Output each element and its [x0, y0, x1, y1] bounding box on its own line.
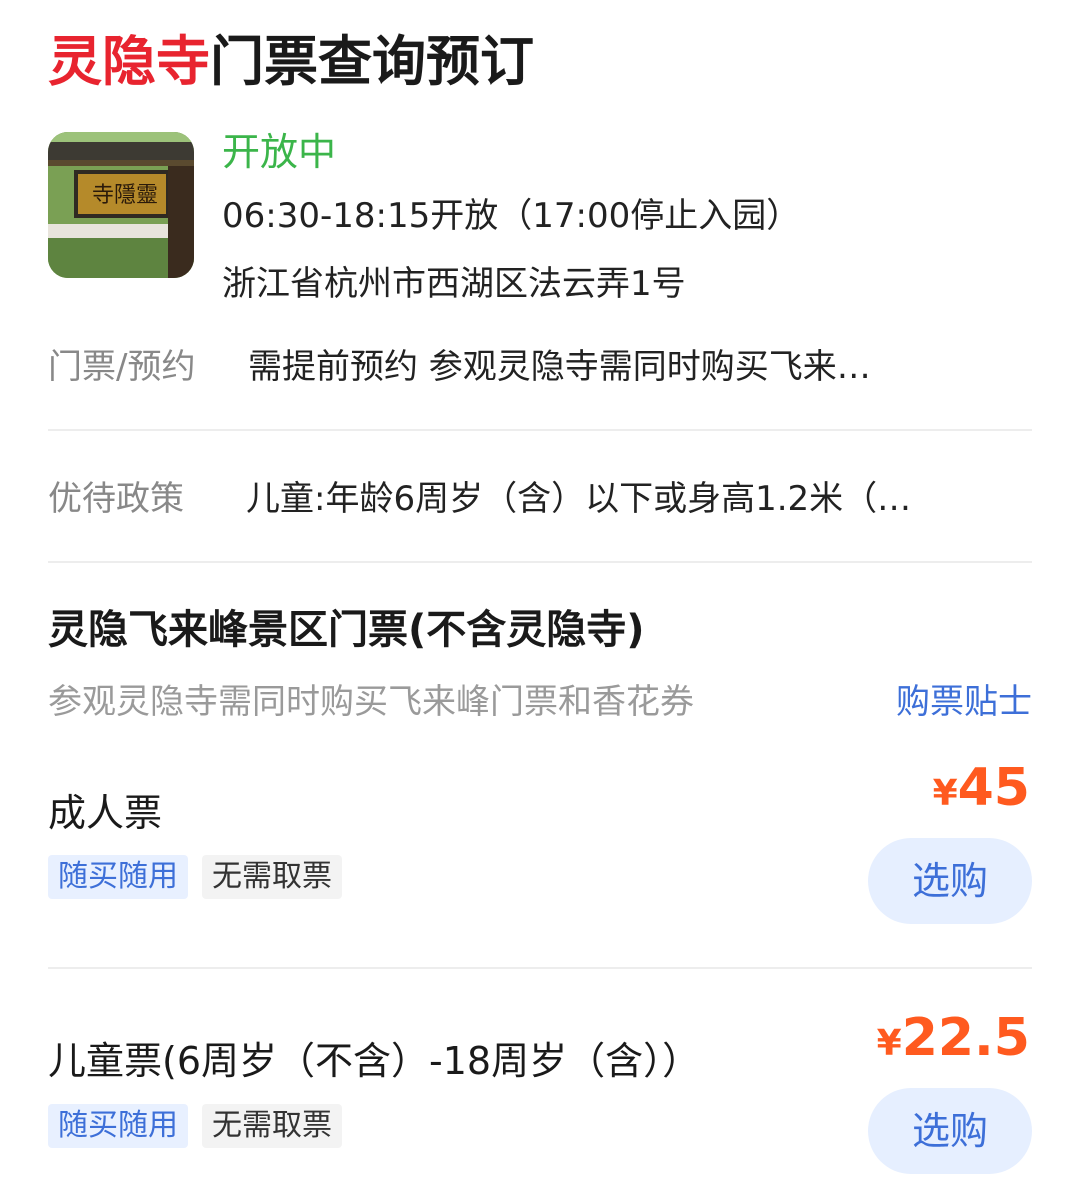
- attraction-thumbnail[interactable]: 寺 隱 靈: [48, 132, 194, 278]
- tag-no-pickup: 无需取票: [202, 1104, 342, 1148]
- svg-text:隱: 隱: [114, 183, 136, 208]
- select-buy-button-adult[interactable]: 选购: [868, 838, 1032, 924]
- tag-instant-use: 随买随用: [48, 1104, 188, 1148]
- divider: [48, 429, 1032, 431]
- tag-no-pickup: 无需取票: [202, 855, 342, 899]
- svg-text:靈: 靈: [136, 183, 158, 208]
- price-value: 22.5: [901, 1008, 1030, 1068]
- info-lines: 开放中 06:30-18:15开放（17:00停止入园） 浙江省杭州市西湖区法云…: [222, 130, 800, 306]
- ticket-tips-link[interactable]: 购票贴士: [896, 680, 1032, 724]
- attraction-info: 寺 隱 靈 开放中 06:30-18:15开放（17:00停止入园） 浙江省杭州…: [48, 130, 1032, 304]
- divider: [48, 967, 1032, 969]
- ticket-tags: 随买随用 无需取票: [48, 855, 342, 899]
- open-status: 开放中: [222, 130, 337, 174]
- svg-text:寺: 寺: [92, 183, 114, 208]
- ticket-price-adult: ¥45: [933, 758, 1030, 830]
- ticket-reservation-label: 门票/预约: [48, 347, 196, 387]
- ticket-name-adult: 成人票: [48, 791, 163, 835]
- opening-hours: 06:30-18:15开放（17:00停止入园）: [222, 196, 801, 236]
- ticket-tags: 随买随用 无需取票: [48, 1104, 342, 1148]
- section-note-text: 参观灵隐寺需同时购买飞来峰门票和香花券: [48, 682, 694, 722]
- discount-policy-row[interactable]: 优待政策 儿童:年龄6周岁（含）以下或身高1.2米（…: [48, 477, 1032, 521]
- section-title: 灵隐飞来峰景区门票(不含灵隐寺): [48, 607, 645, 653]
- page-title-rest: 门票查询预订: [210, 30, 534, 93]
- currency-symbol: ¥: [932, 773, 958, 814]
- ticket-name-child: 儿童票(6周岁（不含）-18周岁（含））: [48, 1039, 701, 1083]
- price-value: 45: [957, 758, 1030, 818]
- tag-instant-use: 随买随用: [48, 855, 188, 899]
- select-buy-button-child[interactable]: 选购: [868, 1088, 1032, 1174]
- ticket-price-child: ¥22.5: [877, 1008, 1030, 1080]
- currency-symbol: ¥: [876, 1023, 902, 1064]
- ticket-reservation-value: 需提前预约 参观灵隐寺需同时购买飞来…: [248, 347, 871, 387]
- discount-policy-value: 儿童:年龄6周岁（含）以下或身高1.2米（…: [246, 479, 912, 519]
- section-note: 参观灵隐寺需同时购买飞来峰门票和香花券 购票贴士: [48, 680, 1032, 724]
- divider: [48, 561, 1032, 563]
- address[interactable]: 浙江省杭州市西湖区法云弄1号: [222, 262, 800, 306]
- discount-policy-label: 优待政策: [48, 479, 184, 519]
- page-title-highlight: 灵隐寺: [48, 30, 210, 93]
- ticket-reservation-row[interactable]: 门票/预约 需提前预约 参观灵隐寺需同时购买飞来…: [48, 345, 1032, 389]
- ticket-page: 灵隐寺门票查询预订 寺 隱 靈 开放中 06:30-18:15开放（17:00停…: [0, 0, 1080, 1188]
- page-title: 灵隐寺门票查询预订: [48, 30, 534, 94]
